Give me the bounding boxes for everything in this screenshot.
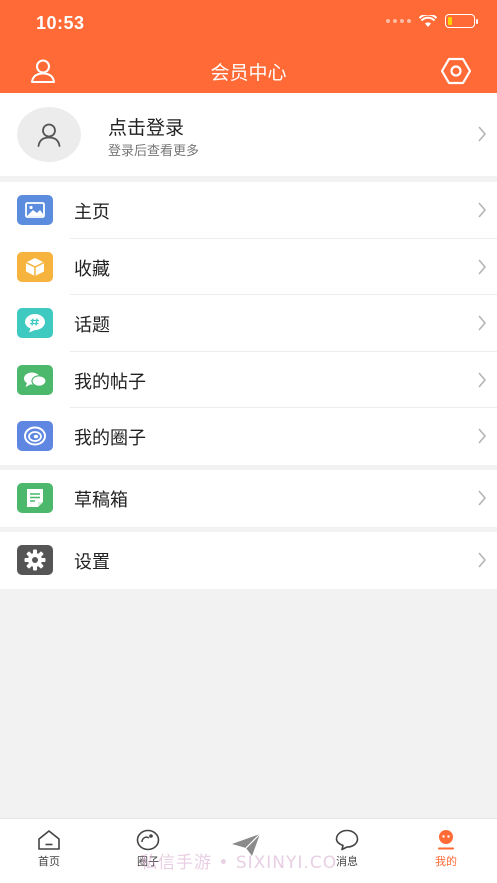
- menu-item-label: 设置: [74, 552, 110, 573]
- tab-label: 我的: [435, 855, 457, 868]
- chevron-right-icon: [478, 428, 487, 444]
- chevron-right-icon: [478, 315, 487, 331]
- menu-item-label: 草稿箱: [74, 490, 128, 511]
- hashtag-bubble-icon: [17, 308, 53, 338]
- menu-item-label: 主页: [74, 202, 110, 223]
- menu-item-label: 我的帖子: [74, 371, 146, 393]
- box-icon: [17, 251, 53, 282]
- tab-label: 首页: [38, 855, 60, 868]
- mine-icon: [438, 830, 454, 850]
- page-title: 会员中心: [210, 62, 287, 84]
- menu-item-favorites[interactable]: 收藏: [0, 239, 497, 295]
- menu-item-my-circles[interactable]: 我的圈子: [0, 408, 497, 465]
- signal-icon: [386, 19, 411, 23]
- login-subtitle: 登录后查看更多: [108, 144, 200, 159]
- home-icon: [38, 830, 60, 850]
- chevron-right-icon: [478, 552, 487, 568]
- circle-swirl-icon: [17, 421, 53, 451]
- settings-icon[interactable]: [441, 57, 471, 85]
- menu-item-my-posts[interactable]: 我的帖子: [0, 352, 497, 408]
- menu-item-drafts[interactable]: 草稿箱: [0, 470, 497, 527]
- menu-group-drafts: 草稿箱: [0, 470, 497, 527]
- login-title[interactable]: 点击登录: [108, 113, 184, 140]
- battery-icon: [445, 14, 478, 28]
- menu-item-home[interactable]: 主页: [0, 182, 497, 239]
- tab-mine[interactable]: 我的: [406, 819, 486, 879]
- menu-group-settings: 设置: [0, 532, 497, 589]
- message-icon: [335, 829, 359, 851]
- login-row[interactable]: 点击登录 登录后查看更多: [0, 93, 497, 176]
- avatar-user-icon: [37, 123, 61, 147]
- avatar[interactable]: [17, 107, 81, 162]
- draft-icon: [17, 483, 53, 513]
- chevron-right-icon: [478, 490, 487, 506]
- status-time: 10:53: [36, 13, 85, 33]
- menu-item-settings[interactable]: 设置: [0, 532, 497, 589]
- menu-item-topics[interactable]: 话题: [0, 295, 497, 352]
- chevron-right-icon: [478, 202, 487, 218]
- tab-home[interactable]: 首页: [9, 819, 89, 879]
- menu-item-label: 我的圈子: [74, 428, 146, 449]
- watermark: 私信手游 • SIXINYI.CO: [140, 853, 338, 873]
- menu-item-label: 收藏: [74, 258, 110, 280]
- chat-bubbles-icon: [17, 364, 53, 395]
- image-icon: [17, 195, 53, 225]
- battery-level: [448, 17, 452, 25]
- wifi-icon: [419, 14, 437, 27]
- status-icons: [386, 14, 478, 28]
- gear-icon: [17, 545, 53, 575]
- chevron-right-icon: [478, 258, 487, 275]
- menu-item-label: 话题: [74, 315, 110, 336]
- top-bar: 10:53 会员中心: [0, 0, 497, 93]
- menu-group-main: 主页 收藏 话题 我的帖子 我的圈子: [0, 182, 497, 465]
- chevron-right-icon: [478, 371, 487, 388]
- chevron-right-icon: [478, 126, 487, 142]
